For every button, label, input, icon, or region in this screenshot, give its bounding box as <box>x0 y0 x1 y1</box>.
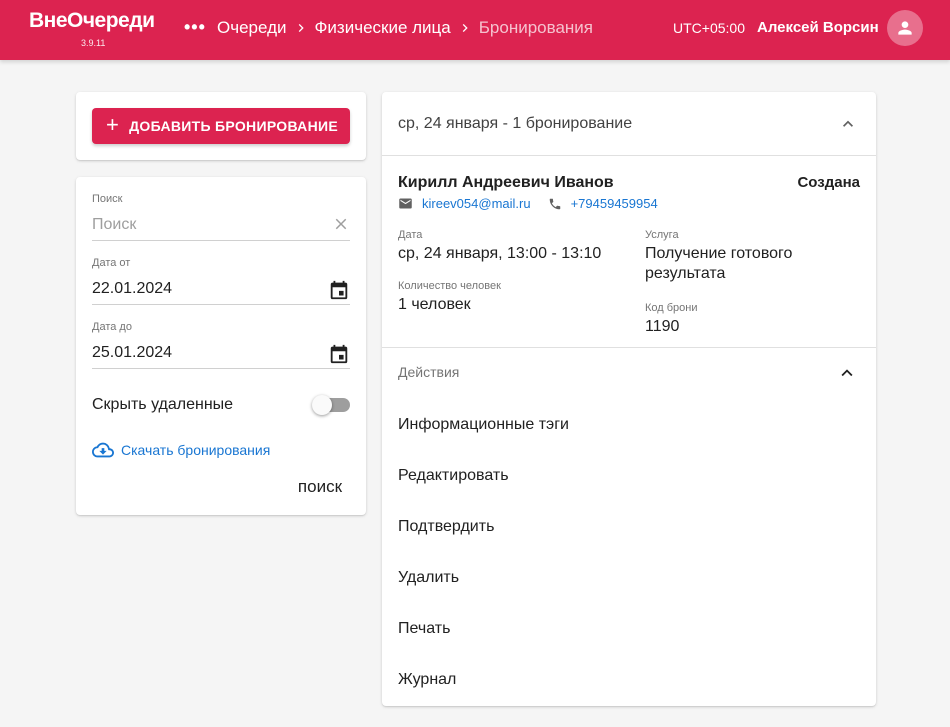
date-to-label: Дата до <box>92 321 132 333</box>
add-booking-card: + ДОБАВИТЬ БРОНИРОВАНИЕ <box>76 92 366 160</box>
avatar[interactable] <box>887 10 923 46</box>
download-bookings-label: Скачать бронирования <box>121 442 271 458</box>
booking-people: Количество человек 1 человек <box>398 280 628 315</box>
phone-icon <box>548 197 562 211</box>
chevron-up-icon[interactable] <box>836 362 858 384</box>
day-group-header[interactable]: ср, 24 января - 1 бронирование <box>382 92 876 156</box>
cloud-download-icon <box>92 442 114 458</box>
chevron-right-icon <box>298 24 304 32</box>
search-button[interactable]: поиск <box>298 477 342 497</box>
download-bookings-link[interactable]: Скачать бронирования <box>92 439 270 461</box>
action-confirm[interactable]: Подтвердить <box>398 518 494 536</box>
action-print[interactable]: Печать <box>398 620 450 638</box>
breadcrumb-queues[interactable]: Очереди <box>217 18 287 38</box>
chevron-right-icon <box>462 24 468 32</box>
action-journal[interactable]: Журнал <box>398 671 456 689</box>
action-edit[interactable]: Редактировать <box>398 467 509 485</box>
breadcrumb-bookings: Бронирования <box>478 18 593 37</box>
booking-service-value: Получение готового результата <box>645 245 793 282</box>
booking-details-card: ср, 24 января - 1 бронирование Кирилл Ан… <box>382 92 876 706</box>
booking-date-value: ср, 24 января, 13:00 - 13:10 <box>398 245 602 262</box>
hide-deleted-row: Скрыть удаленные <box>92 393 350 417</box>
account-icon <box>898 21 912 35</box>
chevron-up-icon[interactable] <box>838 114 858 134</box>
booking-code-value: 1190 <box>645 318 680 335</box>
app-logo[interactable]: ВнеОчереди <box>29 9 155 33</box>
booking-date: Дата ср, 24 января, 13:00 - 13:10 <box>398 229 628 264</box>
calendar-icon[interactable] <box>328 343 350 365</box>
add-booking-button[interactable]: + ДОБАВИТЬ БРОНИРОВАНИЕ <box>92 108 350 144</box>
search-field: Поиск Поиск <box>92 193 350 241</box>
email-icon <box>398 196 413 211</box>
action-info-tags[interactable]: Информационные тэги <box>398 416 569 434</box>
booking-service: Услуга Получение готового результата <box>645 229 845 284</box>
date-from-value: 22.01.2024 <box>92 279 173 297</box>
booking-date-label: Дата <box>398 229 423 241</box>
user-name[interactable]: Алексей Ворсин <box>757 19 879 36</box>
booking-service-label: Услуга <box>645 229 679 241</box>
toggle-knob <box>312 395 332 415</box>
plus-icon: + <box>106 112 120 137</box>
client-contacts: kireev054@mail.ru +79459459954 <box>398 196 658 211</box>
breadcrumb-individuals[interactable]: Физические лица <box>315 18 451 38</box>
date-from-field: Дата от 22.01.2024 <box>92 257 350 305</box>
client-email-link[interactable]: kireev054@mail.ru <box>422 196 531 211</box>
search-label: Поиск <box>92 193 123 205</box>
search-input[interactable]: Поиск <box>92 209 350 241</box>
date-from-label: Дата от <box>92 257 131 269</box>
actions-title: Действия <box>398 364 460 380</box>
client-name: Кирилл Андреевич Иванов <box>398 174 614 191</box>
booking-people-value: 1 человек <box>398 296 471 313</box>
more-menu-button[interactable]: ••• <box>184 17 206 38</box>
add-booking-label: ДОБАВИТЬ БРОНИРОВАНИЕ <box>129 118 338 134</box>
date-to-field: Дата до 25.01.2024 <box>92 321 350 369</box>
filters-card: Поиск Поиск Дата от 22.01.2024 Дата до 2… <box>76 177 366 515</box>
search-placeholder: Поиск <box>92 215 137 233</box>
client-phone-link[interactable]: +79459459954 <box>571 196 658 211</box>
status-badge: Создана <box>797 174 860 191</box>
booking-people-label: Количество человек <box>398 280 501 292</box>
date-from-input[interactable]: 22.01.2024 <box>92 273 350 305</box>
timezone-label: UTC+05:00 <box>673 20 745 36</box>
divider <box>382 347 876 348</box>
calendar-icon[interactable] <box>328 279 350 301</box>
booking-code: Код брони 1190 <box>645 302 845 337</box>
app-header: ВнеОчереди 3.9.11 ••• Очереди Физические… <box>0 0 950 60</box>
breadcrumb: Очереди Физические лица Бронирования <box>217 18 593 38</box>
hide-deleted-toggle[interactable] <box>312 393 350 417</box>
day-group-title: ср, 24 января - 1 бронирование <box>398 114 633 132</box>
date-to-input[interactable]: 25.01.2024 <box>92 337 350 369</box>
app-version: 3.9.11 <box>81 38 106 48</box>
hide-deleted-label: Скрыть удаленные <box>92 396 234 413</box>
clear-icon[interactable] <box>332 215 350 233</box>
date-to-value: 25.01.2024 <box>92 343 173 361</box>
booking-code-label: Код брони <box>645 302 698 314</box>
action-delete[interactable]: Удалить <box>398 569 459 587</box>
